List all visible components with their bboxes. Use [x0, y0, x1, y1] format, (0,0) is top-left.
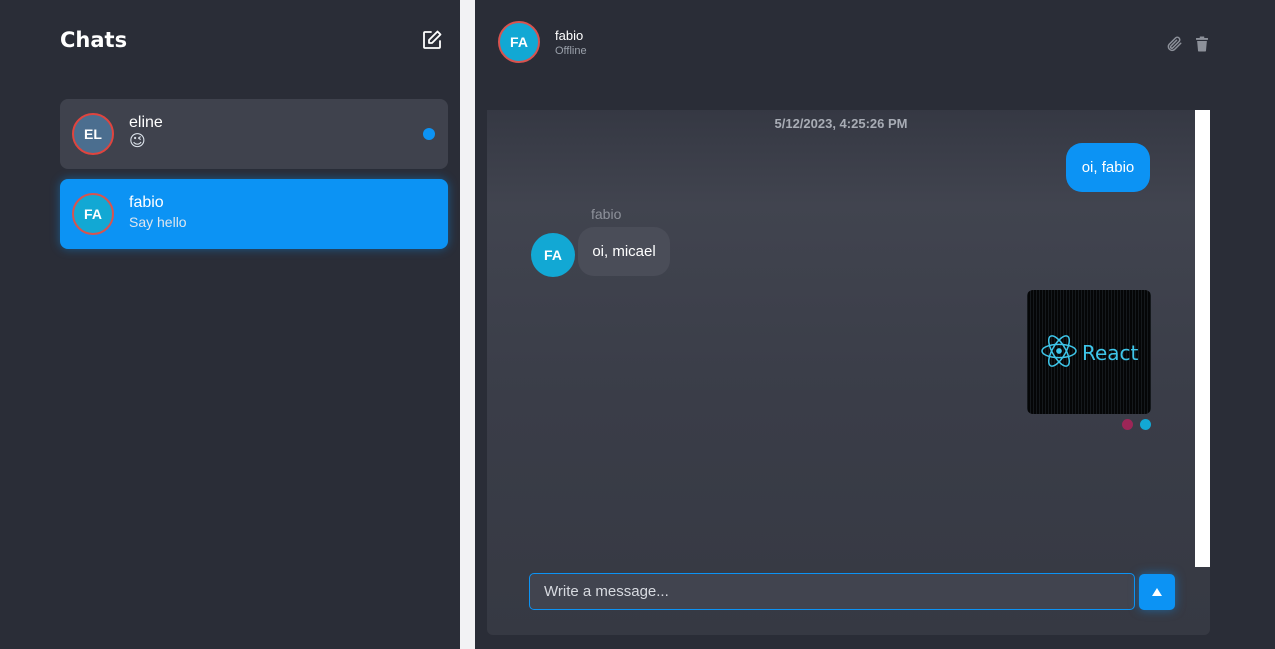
trash-icon [1196, 36, 1208, 52]
contact-item-fabio[interactable]: FA fabio Say hello [60, 179, 448, 249]
unread-indicator [423, 128, 435, 140]
header-avatar: FA [498, 21, 540, 63]
message-avatar: FA [531, 233, 575, 277]
contact-item-eline[interactable]: EL eline 😉 [60, 99, 448, 169]
panel-divider [460, 0, 475, 649]
message-bubble-outgoing: oi, fabio [1066, 143, 1150, 192]
avatar: EL [72, 113, 114, 155]
message-area: 5/12/2023, 4:25:26 PM oi, fabio fabio FA… [487, 110, 1210, 635]
message-bubble-incoming: oi, micael [578, 227, 670, 276]
read-receipt-dot [1140, 419, 1151, 430]
chat-sidebar: Chats EL eline 😉 FA fabio Say hello [0, 0, 460, 649]
avatar: FA [72, 193, 114, 235]
delete-chat-button[interactable] [1193, 35, 1211, 53]
attach-button[interactable] [1165, 35, 1183, 53]
message-scrollbar[interactable] [1195, 110, 1210, 567]
contact-name: fabio [129, 194, 164, 211]
sidebar-title: Chats [60, 28, 128, 52]
edit-icon [423, 30, 442, 49]
reaction-dot [1122, 419, 1133, 430]
new-chat-button[interactable] [420, 28, 444, 52]
contact-name: eline [129, 114, 163, 131]
message-timestamp: 5/12/2023, 4:25:26 PM [774, 116, 908, 131]
header-contact-name: fabio [555, 28, 584, 43]
image-caption-text: React [1082, 341, 1139, 365]
header-contact-status: Offline [555, 45, 587, 57]
contact-preview: Say hello [129, 214, 187, 230]
contact-preview: 😉 [129, 133, 146, 150]
send-button[interactable] [1139, 574, 1175, 610]
triangle-up-icon [1152, 588, 1162, 596]
message-input[interactable] [529, 573, 1135, 610]
message-sender-label: fabio [591, 206, 622, 222]
message-image[interactable]: React [1027, 290, 1151, 414]
paperclip-icon [1167, 36, 1182, 52]
react-logo-icon [1041, 335, 1077, 367]
chat-main: FA fabio Offline 5/12/2023, 4:25:26 PM o… [475, 0, 1275, 649]
